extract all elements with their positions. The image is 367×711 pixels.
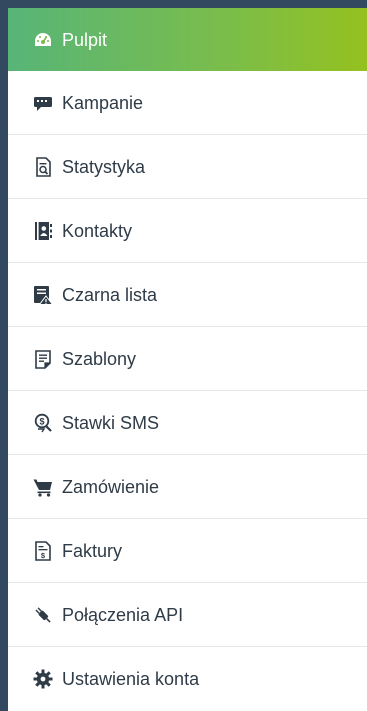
menu-item-szablony[interactable]: Szablony (8, 327, 367, 391)
plug-icon (33, 605, 53, 625)
menu-item-label: Statystyka (62, 156, 146, 177)
gear-icon (33, 669, 53, 689)
sidebar-menu: Pulpit Kampanie Statystyka Kontakty Czar… (8, 8, 367, 711)
menu-item-label: Kampanie (62, 92, 144, 113)
menu-item-kontakty[interactable]: Kontakty (8, 199, 367, 263)
template-icon (33, 349, 53, 369)
menu-item-label: Zamówienie (62, 476, 160, 497)
menu-item-kampanie[interactable]: Kampanie (8, 71, 367, 135)
chat-bubble-icon (33, 93, 53, 113)
price-tag-icon: $ (33, 413, 53, 433)
dashboard-icon (33, 30, 53, 50)
menu-item-label: Czarna lista (62, 284, 158, 305)
blacklist-icon (33, 285, 53, 305)
address-book-icon (33, 221, 53, 241)
menu-item-pulpit[interactable]: Pulpit (8, 8, 367, 71)
menu-item-label: Pulpit (62, 29, 108, 50)
menu-item-label: Szablony (62, 348, 137, 369)
report-icon (33, 156, 53, 177)
menu-item-polaczenia-api[interactable]: Połączenia API (8, 583, 367, 647)
invoice-icon: $ (33, 540, 53, 561)
menu-item-label: Kontakty (62, 220, 133, 241)
menu-item-statystyka[interactable]: Statystyka (8, 135, 367, 199)
menu-item-stawki-sms[interactable]: $ Stawki SMS (8, 391, 367, 455)
cart-icon (33, 477, 53, 497)
menu-item-czarna-lista[interactable]: Czarna lista (8, 263, 367, 327)
menu-item-zamowienie[interactable]: Zamówienie (8, 455, 367, 519)
menu-item-label: Stawki SMS (62, 412, 160, 433)
menu-item-ustawienia-konta[interactable]: Ustawienia konta (8, 647, 367, 711)
menu-item-label: Ustawienia konta (62, 669, 200, 689)
menu-item-label: Połączenia API (62, 604, 184, 625)
svg-text:$: $ (39, 416, 44, 426)
menu-item-label: Faktury (62, 540, 123, 561)
svg-text:$: $ (41, 551, 46, 560)
menu-item-faktury[interactable]: $ Faktury (8, 519, 367, 583)
